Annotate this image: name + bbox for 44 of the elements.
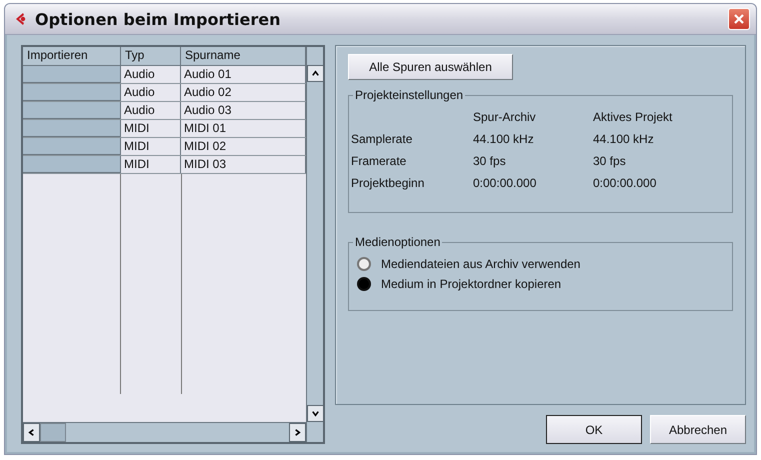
scroll-thumb[interactable] [40, 423, 66, 442]
group-title: Medienoptionen [354, 235, 442, 249]
column-label: Aktives Projekt [593, 110, 674, 124]
setting-value: 0:00:00.000 [473, 176, 538, 190]
group-title: Projekteinstellungen [354, 88, 464, 102]
setting-value: 44.100 kHz [473, 132, 535, 146]
ok-button[interactable]: OK [546, 415, 642, 444]
table-cell: MIDI [121, 156, 181, 173]
table-cell: MIDI [121, 138, 181, 155]
radio-button[interactable] [357, 257, 371, 271]
column-header[interactable]: Importieren [23, 47, 121, 65]
table-cell: Audio [121, 66, 181, 83]
import-cell[interactable] [23, 156, 121, 173]
setting-value: 30 fps [593, 154, 627, 168]
radio-button[interactable] [357, 277, 371, 291]
import-cell[interactable] [23, 84, 121, 101]
setting-label: Samplerate [351, 132, 414, 146]
column-label: Spur-Archiv [473, 110, 537, 124]
scroll-down-button[interactable] [307, 405, 324, 422]
horizontal-scrollbar[interactable] [23, 422, 306, 442]
import-cell[interactable] [23, 138, 121, 155]
setting-value: 44.100 kHz [593, 132, 655, 146]
close-icon [733, 13, 745, 25]
scroll-left-button[interactable] [23, 423, 40, 442]
table-cell: Audio [121, 102, 181, 119]
table-cell: MIDI [121, 120, 181, 137]
radio-label[interactable]: Medium in Projektordner kopieren [381, 277, 562, 291]
select-all-button[interactable]: Alle Spuren auswählen [348, 54, 513, 80]
radio-label[interactable]: Mediendateien aus Archiv verwenden [381, 257, 580, 271]
setting-label: Framerate [351, 154, 408, 168]
setting-label: Projektbeginn [351, 176, 426, 190]
vertical-scrollbar[interactable] [306, 47, 323, 442]
setting-value: 0:00:00.000 [593, 176, 658, 190]
import-cell[interactable] [23, 66, 121, 83]
scroll-right-button[interactable] [289, 423, 306, 442]
import-cell[interactable] [23, 120, 121, 137]
window-title: Optionen beim Importieren [35, 10, 280, 28]
table-cell: Audio [121, 84, 181, 101]
cancel-button[interactable]: Abbrechen [650, 415, 746, 444]
close-button[interactable] [728, 8, 750, 30]
scroll-up-button[interactable] [307, 65, 324, 82]
import-cell[interactable] [23, 102, 121, 119]
setting-value: 30 fps [473, 154, 507, 168]
column-header[interactable]: Typ [121, 47, 181, 65]
